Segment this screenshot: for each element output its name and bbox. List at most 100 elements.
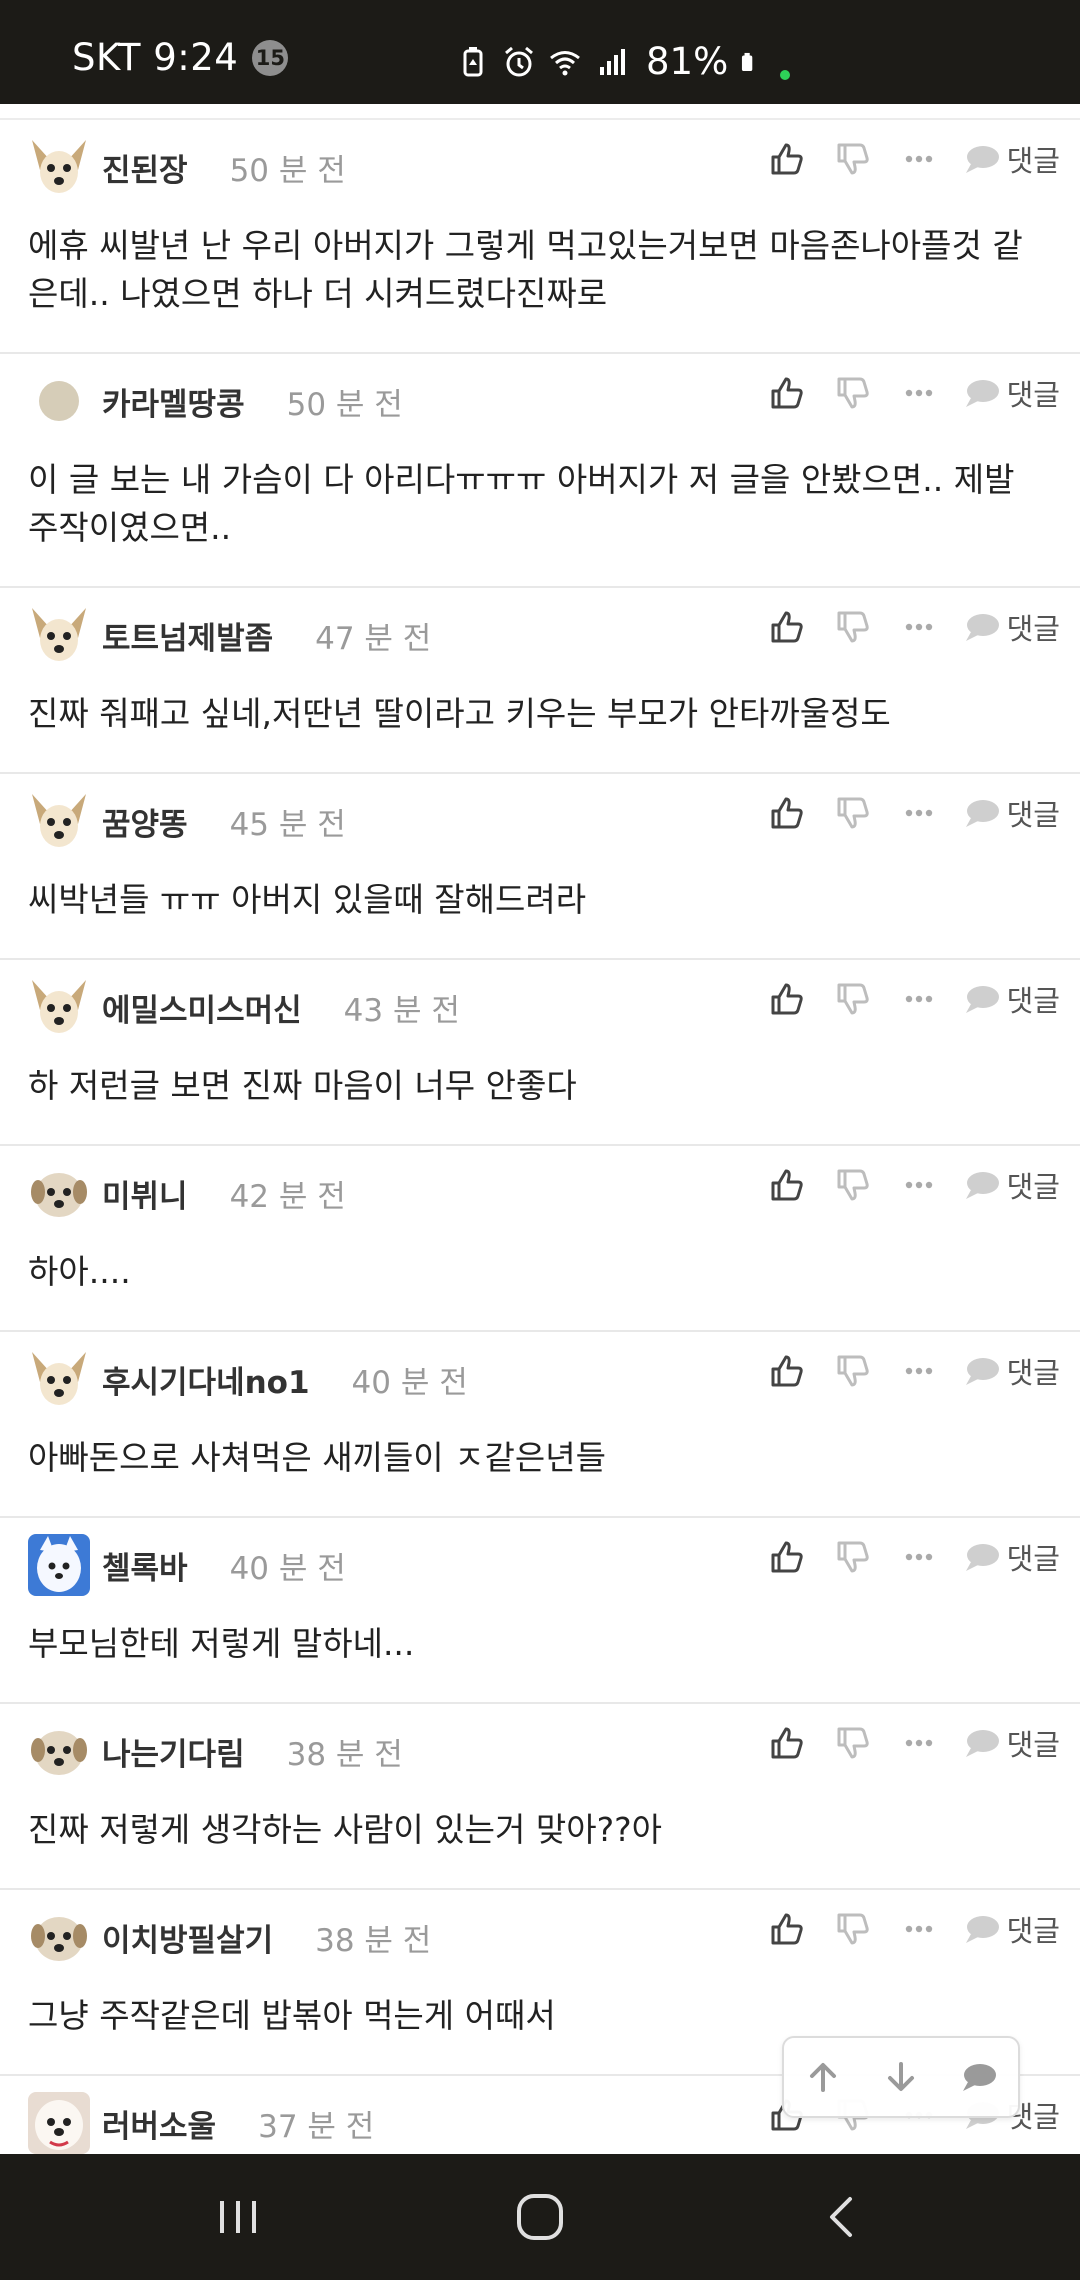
avatar[interactable] xyxy=(28,604,90,666)
commenter-nickname[interactable]: 진된장 xyxy=(102,145,188,190)
like-button[interactable] xyxy=(767,1723,807,1763)
like-button[interactable] xyxy=(767,373,807,413)
more-options-button[interactable] xyxy=(899,1537,939,1577)
more-options-button[interactable] xyxy=(899,1723,939,1763)
reply-label: 댓글 xyxy=(1006,378,1060,412)
home-button[interactable] xyxy=(510,2187,570,2247)
commenter-nickname[interactable]: 이치방필살기 xyxy=(102,1915,273,1960)
commenter-nickname[interactable]: 첼록바 xyxy=(102,1543,188,1588)
comment-text: 하 저런글 보면 진짜 마음이 너무 안좋다 xyxy=(28,1066,577,1105)
dislike-button[interactable] xyxy=(833,1723,873,1763)
reply-button[interactable]: 댓글 xyxy=(963,978,1060,1020)
reply-button[interactable]: 댓글 xyxy=(963,1908,1060,1950)
avatar[interactable] xyxy=(28,370,90,432)
dislike-button[interactable] xyxy=(833,793,873,833)
reply-button[interactable]: 댓글 xyxy=(963,138,1060,180)
dislike-button[interactable] xyxy=(833,373,873,413)
avatar-image xyxy=(28,1720,90,1782)
commenter-nickname[interactable]: 꿈양똥 xyxy=(102,799,188,844)
avatar[interactable] xyxy=(28,2092,90,2154)
thumbs-down-icon xyxy=(837,143,869,175)
like-button[interactable] xyxy=(767,1909,807,1949)
comment-timestamp: 38 분 전 xyxy=(315,1922,432,1959)
dislike-button[interactable] xyxy=(833,1537,873,1577)
commenter-nickname[interactable]: 토트넘제발좀 xyxy=(102,613,273,658)
like-button[interactable] xyxy=(767,1165,807,1205)
reply-button[interactable]: 댓글 xyxy=(963,1536,1060,1578)
recent-apps-button[interactable] xyxy=(208,2187,268,2247)
wifi-icon xyxy=(550,50,580,75)
reply-label: 댓글 xyxy=(1006,612,1060,646)
reply-button[interactable]: 댓글 xyxy=(963,792,1060,834)
like-button[interactable] xyxy=(767,1537,807,1577)
comment-timestamp: 50 분 전 xyxy=(286,386,403,423)
reply-button[interactable]: 댓글 xyxy=(963,372,1060,414)
more-options-button[interactable] xyxy=(899,373,939,413)
comment-item: 토트넘제발좀 47 분 전 댓글 진짜 줘패고 싶네,저딴년 딸이라고 키우는 부모가… xyxy=(0,588,1080,774)
like-button[interactable] xyxy=(767,139,807,179)
dislike-button[interactable] xyxy=(833,139,873,179)
reply-button[interactable]: 댓글 xyxy=(963,1164,1060,1206)
scroll-up-button[interactable] xyxy=(795,2049,851,2105)
like-button[interactable] xyxy=(767,607,807,647)
thumbs-up-icon xyxy=(771,1727,803,1759)
avatar[interactable] xyxy=(28,976,90,1038)
thumbs-up-icon xyxy=(771,983,803,1015)
commenter-nickname[interactable]: 후시기다네no1 xyxy=(102,1357,310,1402)
commenter-nickname[interactable]: 미뷔니 xyxy=(102,1171,188,1216)
like-button[interactable] xyxy=(767,979,807,1019)
more-options-button[interactable] xyxy=(899,1165,939,1205)
thumbs-up-icon xyxy=(771,143,803,175)
commenter-nickname[interactable]: 러버소울 xyxy=(102,2101,216,2146)
back-chevron-icon xyxy=(830,2197,852,2237)
speech-bubble-icon xyxy=(965,146,999,173)
more-options-button[interactable] xyxy=(899,1909,939,1949)
more-options-button[interactable] xyxy=(899,139,939,179)
back-button[interactable] xyxy=(812,2187,872,2247)
write-comment-button[interactable] xyxy=(951,2049,1007,2105)
thumbs-down-icon xyxy=(837,1727,869,1759)
reply-label: 댓글 xyxy=(1006,1914,1060,1948)
speech-bubble-icon xyxy=(965,380,999,407)
more-dots-icon xyxy=(905,1181,932,1189)
comment-actions: 댓글 xyxy=(741,1908,1060,1950)
comment-header: 이치방필살기 38 분 전 댓글 xyxy=(28,1890,1060,1984)
avatar[interactable] xyxy=(28,1162,90,1224)
reply-button[interactable]: 댓글 xyxy=(963,1350,1060,1392)
avatar-image xyxy=(28,604,90,666)
commenter-nickname[interactable]: 에밀스미스머신 xyxy=(102,985,302,1030)
like-button[interactable] xyxy=(767,1351,807,1391)
dislike-button[interactable] xyxy=(833,1351,873,1391)
commenter-nickname[interactable]: 카라멜땅콩 xyxy=(102,379,245,424)
like-button[interactable] xyxy=(767,793,807,833)
comment-item: 첼록바 40 분 전 댓글 부모님한테 저렇게 말하네... xyxy=(0,1518,1080,1704)
avatar-image xyxy=(28,790,90,852)
dislike-button[interactable] xyxy=(833,1909,873,1949)
comment-header: 토트넘제발좀 47 분 전 댓글 xyxy=(28,588,1060,682)
more-options-button[interactable] xyxy=(899,979,939,1019)
dislike-button[interactable] xyxy=(833,607,873,647)
reply-button[interactable]: 댓글 xyxy=(963,1722,1060,1764)
more-options-button[interactable] xyxy=(899,607,939,647)
comment-text: 진짜 저렇게 생각하는 사람이 있는거 맞아??아 xyxy=(28,1810,662,1849)
dislike-button[interactable] xyxy=(833,979,873,1019)
more-options-button[interactable] xyxy=(899,793,939,833)
avatar-image xyxy=(28,1348,90,1410)
reply-button[interactable]: 댓글 xyxy=(963,606,1060,648)
dislike-button[interactable] xyxy=(833,1165,873,1205)
avatar[interactable] xyxy=(28,1534,90,1596)
avatar[interactable] xyxy=(28,1720,90,1782)
avatar[interactable] xyxy=(28,136,90,198)
arrow-down-icon xyxy=(888,2062,914,2091)
comment-timestamp: 38 분 전 xyxy=(286,1736,403,1773)
carrier-time: SKT 9:24 xyxy=(72,36,239,79)
commenter-nickname[interactable]: 나는기다림 xyxy=(102,1729,245,1774)
thumbs-down-icon xyxy=(837,377,869,409)
avatar[interactable] xyxy=(28,790,90,852)
scroll-down-button[interactable] xyxy=(873,2049,929,2105)
reply-label: 댓글 xyxy=(1006,1356,1060,1390)
more-options-button[interactable] xyxy=(899,1351,939,1391)
speech-bubble-icon xyxy=(965,986,999,1013)
avatar[interactable] xyxy=(28,1906,90,1968)
avatar[interactable] xyxy=(28,1348,90,1410)
